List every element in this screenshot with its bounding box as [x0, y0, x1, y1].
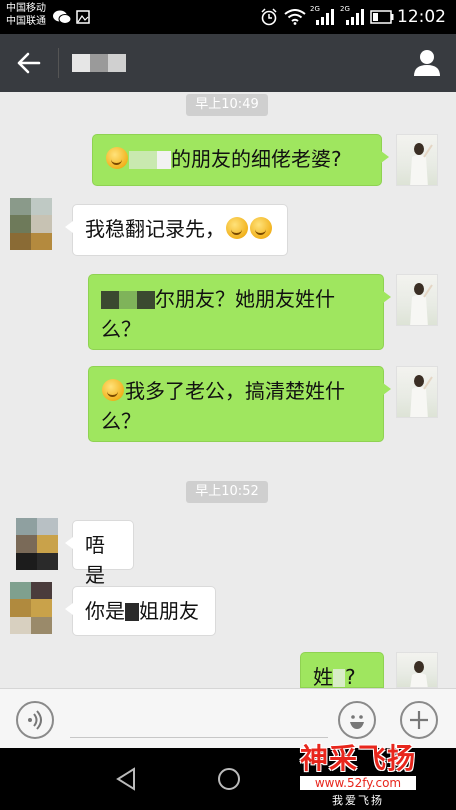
alarm-icon — [260, 7, 278, 27]
more-button[interactable] — [400, 701, 438, 739]
my-avatar[interactable] — [396, 366, 438, 418]
signal-label: 2G — [340, 5, 350, 13]
grin-emoji-icon — [106, 147, 128, 169]
pixelated-text — [101, 291, 119, 309]
back-triangle-icon — [116, 767, 135, 791]
carrier-1: 中国移动 — [6, 3, 46, 14]
pixelated-text — [137, 291, 155, 309]
voice-button[interactable] — [16, 701, 54, 739]
message-bubble-sent[interactable]: 我多了老公，搞清楚姓什 么？ — [88, 366, 391, 442]
header-divider — [58, 48, 59, 78]
message-text-line2: 么？ — [101, 317, 141, 341]
profile-button[interactable] — [412, 48, 442, 78]
message-bubble-received[interactable]: 我稳翻记录先， — [65, 204, 288, 256]
contact-avatar[interactable] — [16, 518, 58, 570]
input-bar — [0, 688, 456, 748]
watermark: 神采飞扬 www.52fy.com 我爱飞扬 — [299, 742, 416, 808]
watermark-url: www.52fy.com — [299, 776, 416, 790]
contact-avatar[interactable] — [10, 582, 52, 634]
emoji-button[interactable] — [338, 701, 376, 739]
thinking-emoji-icon — [226, 217, 248, 239]
message-bubble-received[interactable]: 唔是 — [65, 520, 134, 587]
battery-icon — [370, 7, 394, 27]
clock-time: 12:02 — [397, 7, 446, 27]
message-text: 我稳翻记录先， — [85, 217, 225, 241]
thinking-emoji-icon — [102, 379, 124, 401]
signal-label: 2G — [310, 5, 320, 13]
nav-home-button[interactable] — [216, 766, 242, 792]
chat-title-pixelated — [72, 54, 128, 72]
my-avatar[interactable] — [396, 134, 438, 186]
home-circle-icon — [218, 768, 240, 790]
timestamp: 早上10:49 — [186, 94, 268, 116]
my-avatar[interactable] — [396, 652, 438, 688]
chat-header — [0, 34, 456, 92]
message-text-line1: 尔朋友？她朋友姓什 — [155, 287, 335, 311]
voice-icon — [28, 710, 42, 730]
wechat-icon — [52, 7, 72, 27]
person-icon — [414, 50, 440, 76]
message-text-line2: 么？ — [101, 409, 141, 433]
message-text: 的朋友的细佬老婆? — [171, 147, 342, 171]
message-input[interactable] — [70, 702, 328, 738]
message-text-line1: 我多了老公，搞清楚姓什 — [125, 379, 345, 403]
image-icon — [76, 7, 90, 27]
wifi-icon — [284, 7, 306, 27]
watermark-title: 神采飞扬 — [299, 742, 416, 775]
message-bubble-sent[interactable]: 姓? — [300, 652, 384, 688]
message-bubble-received[interactable]: 你是 姐朋友 — [65, 586, 216, 636]
smiley-icon — [350, 715, 364, 729]
contact-avatar[interactable] — [10, 198, 52, 250]
carrier-2: 中国联通 — [6, 16, 46, 27]
pixelated-text — [157, 151, 171, 169]
message-text-a: 姓 — [313, 665, 333, 688]
message-text-b: 姐朋友 — [139, 599, 199, 623]
signal-icon: 2G — [340, 5, 364, 27]
pixelated-text — [125, 603, 139, 621]
message-text-a: 你是 — [85, 599, 125, 623]
my-avatar[interactable] — [396, 274, 438, 326]
pixelated-text — [119, 291, 137, 309]
watermark-sub: 我爱飞扬 — [331, 794, 384, 807]
back-button[interactable] — [14, 49, 44, 77]
message-bubble-sent[interactable]: 的朋友的细佬老婆? — [92, 134, 389, 186]
message-bubble-sent[interactable]: 尔朋友？她朋友姓什 么？ — [88, 274, 391, 350]
plus-icon — [410, 711, 428, 729]
message-text-b: ? — [345, 665, 356, 688]
message-text: 唔是 — [85, 533, 105, 587]
signal-icon: 2G — [310, 5, 334, 27]
nav-back-button[interactable] — [114, 766, 140, 792]
pixelated-text — [333, 669, 345, 687]
timestamp: 早上10:52 — [186, 481, 268, 503]
thinking-emoji-icon — [250, 217, 272, 239]
arrow-left-icon — [17, 52, 41, 74]
status-bar: 中国移动 中国联通 2G 2G 12:02 — [0, 0, 456, 34]
pixelated-text — [129, 151, 157, 169]
